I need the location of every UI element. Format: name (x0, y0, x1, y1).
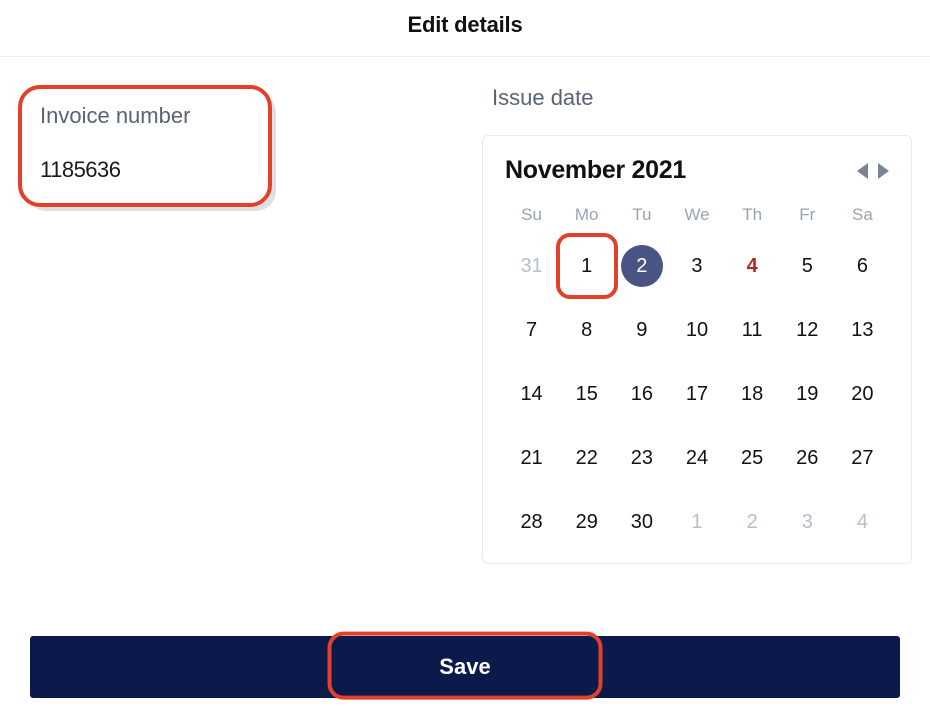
calendar-grid: SuMoTuWeThFrSa31123456789101112131415161… (505, 205, 889, 545)
calendar-day[interactable]: 24 (670, 435, 723, 481)
calendar-day[interactable]: 14 (505, 371, 558, 417)
form-body: Invoice number Issue date November 2021 … (0, 57, 930, 564)
weekday-header: Fr (781, 205, 834, 225)
calendar-day[interactable]: 7 (505, 307, 558, 353)
calendar-day[interactable]: 16 (615, 371, 668, 417)
invoice-number-label: Invoice number (40, 103, 250, 129)
save-bar: Save (30, 636, 900, 698)
calendar-day[interactable]: 3 (670, 243, 723, 289)
calendar-day[interactable]: 27 (836, 435, 889, 481)
calendar-day[interactable]: 3 (781, 499, 834, 545)
calendar-day[interactable]: 8 (560, 307, 613, 353)
calendar-header: November 2021 (505, 156, 889, 185)
calendar-day[interactable]: 1 (670, 499, 723, 545)
calendar-day[interactable]: 20 (836, 371, 889, 417)
calendar-day[interactable]: 22 (560, 435, 613, 481)
invoice-number-section: Invoice number (18, 85, 272, 564)
calendar-day[interactable]: 29 (560, 499, 613, 545)
calendar-day[interactable]: 2 (615, 243, 668, 289)
invoice-number-input[interactable] (40, 157, 250, 183)
calendar-day[interactable]: 10 (670, 307, 723, 353)
modal-title: Edit details (0, 12, 930, 38)
modal-header: Edit details (0, 0, 930, 57)
calendar-day[interactable]: 4 (726, 243, 779, 289)
calendar-day[interactable]: 6 (836, 243, 889, 289)
calendar-day[interactable]: 26 (781, 435, 834, 481)
calendar-day[interactable]: 28 (505, 499, 558, 545)
weekday-header: Su (505, 205, 558, 225)
next-month-icon[interactable] (878, 163, 889, 179)
calendar-day[interactable]: 18 (726, 371, 779, 417)
calendar-day[interactable]: 21 (505, 435, 558, 481)
calendar-day[interactable]: 23 (615, 435, 668, 481)
prev-month-icon[interactable] (857, 163, 868, 179)
weekday-header: Tu (615, 205, 668, 225)
weekday-header: Th (726, 205, 779, 225)
calendar-day[interactable]: 19 (781, 371, 834, 417)
calendar-day[interactable]: 17 (670, 371, 723, 417)
calendar-day[interactable]: 9 (615, 307, 668, 353)
calendar-day[interactable]: 25 (726, 435, 779, 481)
calendar-day[interactable]: 15 (560, 371, 613, 417)
issue-date-section: Issue date November 2021 SuMoTuWeThFrSa 3… (482, 85, 912, 564)
calendar-day[interactable]: 5 (781, 243, 834, 289)
save-button[interactable]: Save (30, 636, 900, 698)
calendar-day[interactable]: 11 (726, 307, 779, 353)
calendar-day[interactable]: 13 (836, 307, 889, 353)
calendar-month-title: November 2021 (505, 156, 686, 185)
calendar-day[interactable]: 4 (836, 499, 889, 545)
issue-date-label: Issue date (492, 85, 912, 111)
weekday-header: Sa (836, 205, 889, 225)
calendar-nav (857, 163, 889, 179)
calendar-day[interactable]: 12 (781, 307, 834, 353)
calendar-day[interactable]: 2 (726, 499, 779, 545)
date-picker: November 2021 SuMoTuWeThFrSa311234567891… (482, 135, 912, 564)
weekday-header: Mo (560, 205, 613, 225)
weekday-header: We (670, 205, 723, 225)
calendar-day[interactable]: 1 (560, 243, 613, 289)
invoice-number-highlight-box: Invoice number (18, 85, 272, 207)
calendar-day[interactable]: 30 (615, 499, 668, 545)
calendar-day[interactable]: 31 (505, 243, 558, 289)
